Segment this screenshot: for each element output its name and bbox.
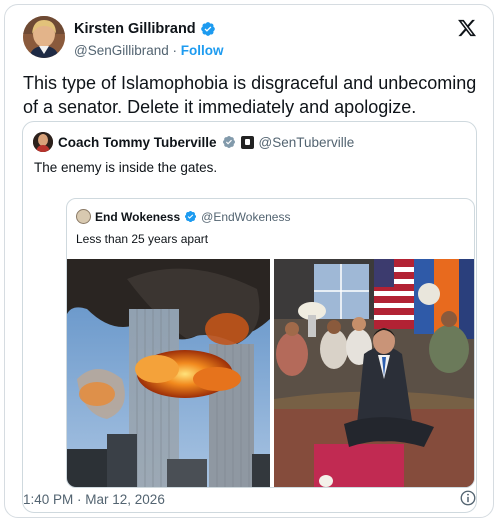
nested-quote-text: Less than 25 years apart — [76, 232, 209, 246]
author-name-row[interactable]: Kirsten Gillibrand — [74, 21, 216, 37]
author-name[interactable]: Kirsten Gillibrand — [74, 21, 196, 37]
verified-badge-icon — [200, 22, 215, 36]
nested-author-name[interactable]: End Wokeness — [95, 210, 180, 224]
tweet-text: This type of Islamophobia is disgraceful… — [23, 73, 477, 117]
quoted-tweet-header: Coach Tommy Tuberville @SenTuberville — [33, 132, 354, 152]
tweet-card: Kirsten Gillibrand @SenGillibrand · Foll… — [4, 4, 494, 518]
government-badge-icon — [240, 135, 254, 149]
author-handle-row: @SenGillibrand · Follow — [74, 43, 224, 58]
info-icon[interactable] — [459, 489, 477, 507]
x-logo-icon[interactable] — [457, 18, 477, 38]
tweet-timestamp[interactable]: 1:40 PM · Mar 12, 2026 — [23, 492, 165, 507]
author-avatar[interactable] — [23, 16, 65, 58]
quoted-author-name[interactable]: Coach Tommy Tuberville — [58, 135, 217, 150]
quoted-author-handle[interactable]: @SenTuberville — [259, 135, 355, 150]
quoted-tweet-text: The enemy is inside the gates. — [34, 160, 218, 175]
quoted-tweet[interactable]: Coach Tommy Tuberville @SenTuberville Th… — [22, 121, 477, 513]
photo-burning-towers[interactable] — [67, 259, 270, 488]
nested-quoted-tweet[interactable]: End Wokeness @EndWokeness Less than 25 y… — [66, 198, 475, 488]
nested-author-avatar[interactable] — [76, 209, 91, 224]
author-handle[interactable]: @SenGillibrand — [74, 43, 169, 58]
separator-dot: · — [172, 43, 178, 58]
verified-badge-icon — [222, 136, 235, 148]
nested-author-handle[interactable]: @EndWokeness — [201, 210, 290, 224]
verified-badge-icon — [185, 210, 197, 223]
quoted-author-avatar[interactable] — [33, 132, 53, 152]
photo-event-room[interactable] — [274, 259, 475, 488]
nested-quote-header: End Wokeness @EndWokeness — [76, 209, 290, 224]
follow-button[interactable]: Follow — [181, 43, 224, 58]
